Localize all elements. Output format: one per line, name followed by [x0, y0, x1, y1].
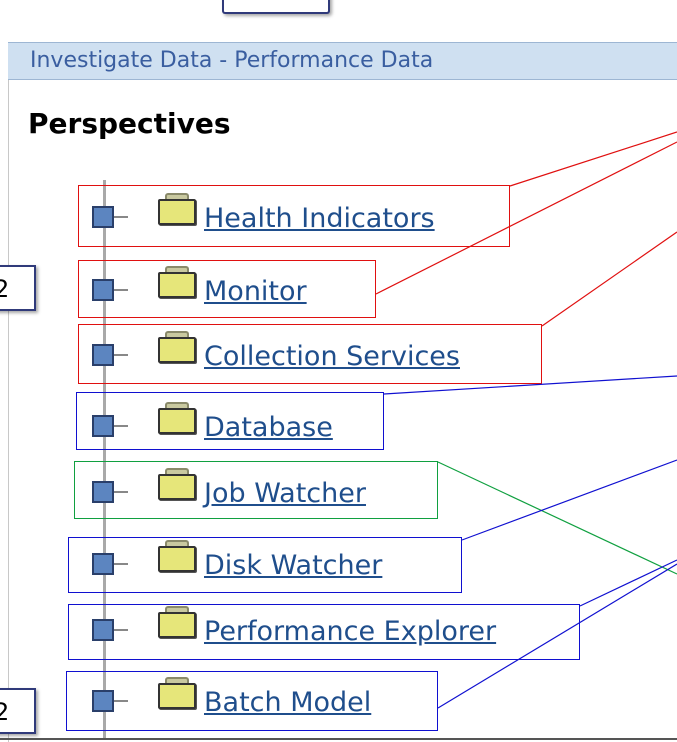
- side-number-lower: 2: [0, 698, 10, 726]
- callout-connectors: [375, 131, 677, 709]
- side-number-box-upper: 2: [0, 265, 36, 311]
- side-number-box-lower: 2: [0, 688, 36, 734]
- side-number-upper: 2: [0, 275, 10, 303]
